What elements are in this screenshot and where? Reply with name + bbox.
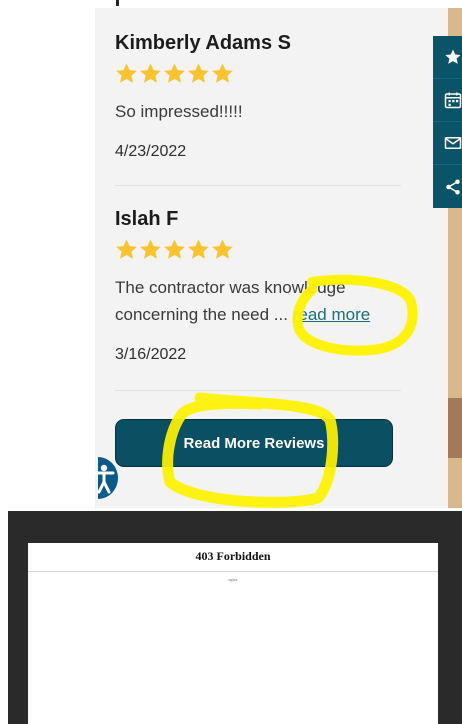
star-rating — [115, 238, 415, 264]
toolbar-mail-button[interactable] — [433, 122, 462, 165]
star-icon — [163, 238, 186, 261]
error-divider — [28, 571, 438, 572]
star-icon — [115, 238, 138, 261]
accessibility-button[interactable] — [86, 457, 118, 499]
star-rating — [115, 62, 415, 88]
review-text: So impressed!!!!! — [115, 102, 243, 121]
server-signature: nginx — [228, 577, 238, 582]
star-icon — [139, 238, 162, 261]
review-divider — [115, 185, 401, 186]
star-icon — [139, 62, 162, 85]
review-date: 3/16/2022 — [115, 346, 187, 363]
review-date: 4/23/2022 — [115, 143, 187, 160]
review-widget-screenshot: Kimberly Adams S So impressed!!!!! 4/23/… — [0, 0, 462, 508]
error-page-screenshot: 403 Forbidden nginx — [8, 511, 462, 724]
reviewer-name: Islah F — [115, 208, 179, 230]
browser-content: 403 Forbidden nginx — [28, 543, 438, 724]
read-more-reviews-button[interactable]: Read More Reviews — [115, 419, 393, 467]
mail-icon — [444, 134, 462, 152]
toolbar-share-button[interactable] — [433, 165, 462, 208]
star-icon — [163, 62, 186, 85]
review-text-line: The contractor was knowledge — [115, 278, 346, 297]
photo-detail — [448, 398, 462, 458]
star-icon — [211, 238, 234, 261]
read-more-link[interactable]: read more — [293, 305, 370, 324]
star-icon — [187, 62, 210, 85]
star-icon — [211, 62, 234, 85]
side-toolbar — [433, 36, 462, 208]
reviews-panel: Kimberly Adams S So impressed!!!!! 4/23/… — [95, 8, 448, 508]
review-item: Islah F The contractor was knowledge con… — [115, 206, 415, 366]
star-icon — [115, 62, 138, 85]
review-text: The contractor was knowledge concerning … — [115, 274, 405, 328]
accessibility-icon — [86, 457, 118, 503]
cropped-text-fragment — [116, 0, 119, 6]
calendar-icon — [444, 91, 462, 109]
reviewer-name: Kimberly Adams S — [115, 32, 291, 54]
toolbar-star-button[interactable] — [433, 36, 462, 79]
star-icon — [187, 238, 210, 261]
error-title: 403 Forbidden — [195, 549, 271, 563]
review-item: Kimberly Adams S So impressed!!!!! 4/23/… — [115, 30, 415, 163]
share-icon — [444, 178, 462, 196]
review-text-line: concerning the need ... — [115, 305, 288, 324]
star-icon — [444, 48, 462, 66]
review-divider — [115, 390, 401, 391]
toolbar-calendar-button[interactable] — [433, 79, 462, 122]
